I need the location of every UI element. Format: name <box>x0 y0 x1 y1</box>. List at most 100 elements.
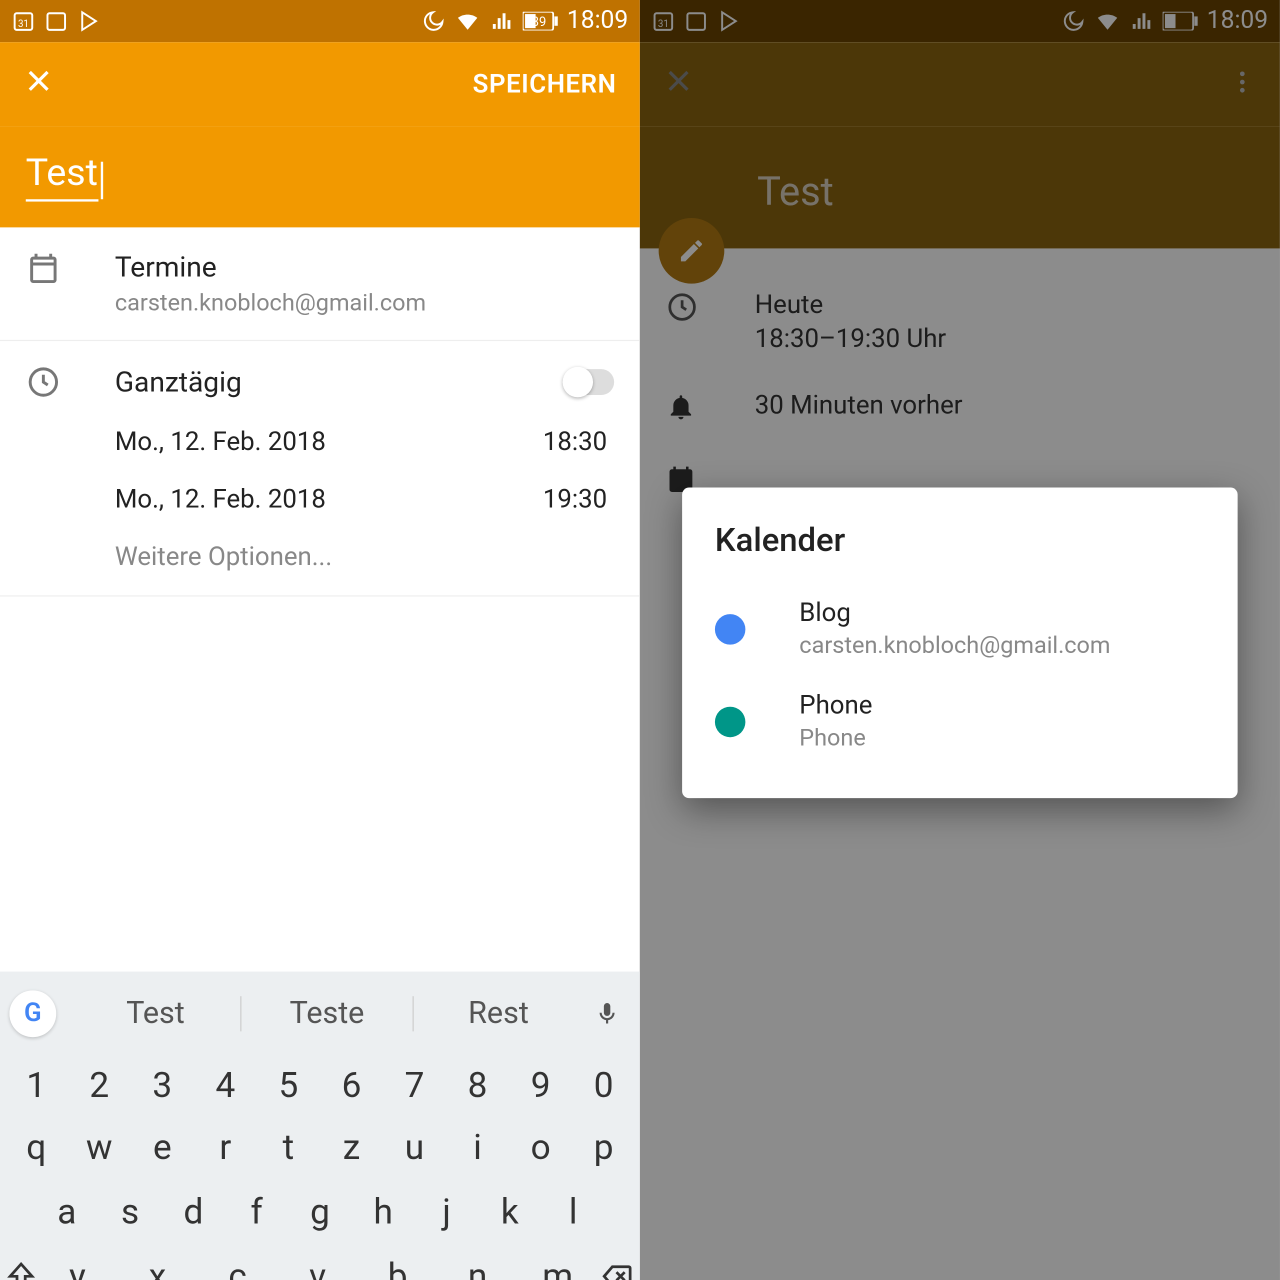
shift-key[interactable] <box>5 1256 38 1280</box>
title-input-area[interactable]: Test <box>0 127 640 228</box>
event-title-area: Test <box>640 127 1280 249</box>
keyboard-row-numbers: 1234567890 <box>0 1055 640 1115</box>
close-icon[interactable] <box>23 65 53 104</box>
status-time: 18:09 <box>567 7 628 35</box>
key-2[interactable]: 2 <box>71 1065 127 1106</box>
keyboard: 1234567890 qwertzuiop asdfghjkl yxcvbnm … <box>0 1055 640 1280</box>
backspace-key[interactable] <box>598 1256 636 1280</box>
key-v[interactable]: v <box>289 1256 345 1280</box>
right-screenshot: 31 18:09 <box>640 0 1280 1280</box>
calendar-31-icon: 31 <box>652 9 675 32</box>
status-time: 18:09 <box>1207 7 1268 35</box>
svg-text:31: 31 <box>18 19 29 30</box>
key-b[interactable]: b <box>369 1256 425 1280</box>
time-section: Ganztägig Mo., 12. Feb. 2018 18:30 Mo., … <box>0 341 640 596</box>
play-icon <box>717 9 740 32</box>
calendar-name: Termine <box>115 251 614 284</box>
key-q[interactable]: q <box>8 1127 64 1168</box>
moon-icon <box>1061 9 1084 32</box>
close-icon[interactable] <box>663 65 693 104</box>
key-d[interactable]: d <box>165 1191 221 1232</box>
suggestion-3[interactable]: Rest <box>413 996 583 1031</box>
key-s[interactable]: s <box>102 1191 158 1232</box>
save-button[interactable]: SPEICHERN <box>473 70 617 99</box>
key-g[interactable]: g <box>292 1191 348 1232</box>
left-screenshot: 31 39 18:09 SPEICHERN Test <box>0 0 640 1280</box>
action-bar <box>640 42 1280 126</box>
keyboard-row-2: qwertzuiop <box>0 1115 640 1179</box>
key-c[interactable]: c <box>209 1256 265 1280</box>
end-time: 19:30 <box>543 485 614 514</box>
status-right-icons: 39 18:09 <box>422 7 629 35</box>
key-z[interactable]: z <box>323 1127 379 1168</box>
status-left-icons: 31 <box>12 9 101 32</box>
key-a[interactable]: a <box>39 1191 95 1232</box>
key-7[interactable]: 7 <box>386 1065 442 1106</box>
key-p[interactable]: p <box>576 1127 632 1168</box>
key-4[interactable]: 4 <box>197 1065 253 1106</box>
key-1[interactable]: 1 <box>8 1065 64 1106</box>
more-options-button[interactable]: Weitere Optionen... <box>26 543 332 572</box>
end-date: Mo., 12. Feb. 2018 <box>115 485 543 514</box>
allday-toggle[interactable] <box>563 369 615 395</box>
calendar-picker-dialog: Kalender Blog carsten.knobloch@gmail.com… <box>682 488 1238 799</box>
calendar-option-phone[interactable]: Phone Phone <box>715 680 1205 773</box>
key-l[interactable]: l <box>545 1191 601 1232</box>
key-5[interactable]: 5 <box>260 1065 316 1106</box>
key-r[interactable]: r <box>197 1127 253 1168</box>
keyboard-suggestion-bar: G Test Teste Rest <box>0 971 640 1055</box>
event-reminder-row: 30 Minuten vorher <box>640 373 1280 446</box>
edit-fab-button[interactable] <box>659 218 725 284</box>
svg-text:31: 31 <box>658 19 669 30</box>
option-sub: carsten.knobloch@gmail.com <box>799 631 1110 659</box>
calendar-icon <box>45 9 68 32</box>
key-n[interactable]: n <box>450 1256 506 1280</box>
status-bar: 31 39 18:09 <box>0 0 640 42</box>
key-y[interactable]: y <box>49 1256 105 1280</box>
wifi-icon <box>454 8 480 34</box>
key-x[interactable]: x <box>129 1256 185 1280</box>
mic-icon[interactable] <box>584 1000 631 1026</box>
option-sub: Phone <box>799 723 872 751</box>
key-0[interactable]: 0 <box>576 1065 632 1106</box>
key-3[interactable]: 3 <box>134 1065 190 1106</box>
signal-icon <box>490 9 513 32</box>
key-u[interactable]: u <box>386 1127 442 1168</box>
overflow-menu-icon[interactable] <box>1228 68 1256 101</box>
start-time-row[interactable]: Mo., 12. Feb. 2018 18:30 <box>26 428 614 457</box>
suggestion-2[interactable]: Teste <box>242 996 413 1031</box>
play-icon <box>77 9 100 32</box>
key-t[interactable]: t <box>260 1127 316 1168</box>
key-9[interactable]: 9 <box>512 1065 568 1106</box>
key-m[interactable]: m <box>530 1256 586 1280</box>
clock-icon <box>26 364 115 399</box>
battery-icon <box>1162 12 1197 31</box>
key-f[interactable]: f <box>229 1191 285 1232</box>
key-h[interactable]: h <box>355 1191 411 1232</box>
key-6[interactable]: 6 <box>323 1065 379 1106</box>
status-bar: 31 18:09 <box>640 0 1280 42</box>
calendar-account-row[interactable]: Termine carsten.knobloch@gmail.com <box>0 227 640 341</box>
key-j[interactable]: j <box>418 1191 474 1232</box>
dialog-title: Kalender <box>715 520 1205 559</box>
key-o[interactable]: o <box>512 1127 568 1168</box>
key-e[interactable]: e <box>134 1127 190 1168</box>
key-i[interactable]: i <box>449 1127 505 1168</box>
keyboard-row-4: yxcvb nm <box>0 1244 640 1280</box>
key-k[interactable]: k <box>482 1191 538 1232</box>
end-time-row[interactable]: Mo., 12. Feb. 2018 19:30 <box>26 485 614 514</box>
keyboard-row-3: asdfghjkl <box>0 1180 640 1244</box>
key-8[interactable]: 8 <box>449 1065 505 1106</box>
calendar-icon <box>26 251 115 286</box>
action-bar: SPEICHERN <box>0 42 640 126</box>
event-reminder-text: 30 Minuten vorher <box>755 391 963 420</box>
google-icon[interactable]: G <box>9 990 56 1037</box>
calendar-account: carsten.knobloch@gmail.com <box>115 288 614 316</box>
suggestion-1[interactable]: Test <box>70 996 241 1031</box>
event-title: Test <box>757 169 1163 216</box>
title-input-text: Test <box>26 150 98 202</box>
wifi-icon <box>1094 8 1120 34</box>
bell-icon <box>666 391 755 426</box>
key-w[interactable]: w <box>71 1127 127 1168</box>
calendar-option-blog[interactable]: Blog carsten.knobloch@gmail.com <box>715 587 1205 680</box>
